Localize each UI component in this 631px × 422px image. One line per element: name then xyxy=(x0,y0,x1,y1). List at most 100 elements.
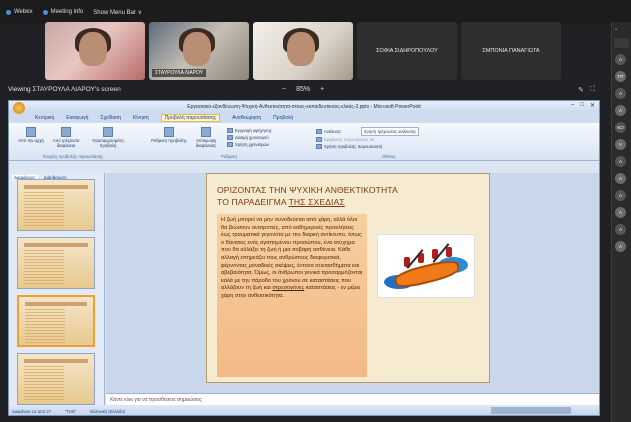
participant-avatar[interactable]: Α xyxy=(615,224,626,235)
participant-tile-4[interactable]: ΣΟΦΙΑ ΣΙΔΗΡΟΠΟΥΛΟΥ xyxy=(357,22,457,80)
participant-video-1[interactable] xyxy=(45,22,145,80)
annotate-icon[interactable]: ✎ xyxy=(578,86,584,94)
maximize-icon[interactable]: □ xyxy=(580,102,584,109)
checkbox-icon xyxy=(316,144,322,150)
group-start-slideshow: Από την αρχή Από τρέχουσα διαφάνεια Προσ… xyxy=(13,125,133,159)
participant-avatar[interactable]: Α xyxy=(615,207,626,218)
from-current-button[interactable]: Από τρέχουσα διαφάνεια xyxy=(49,127,83,148)
group-label: Οθόνες xyxy=(382,154,396,159)
participant-avatar[interactable]: V xyxy=(615,139,626,150)
monitor-options: Ανάλυση: Χρήση τρέχουσας ανάλυσης Εμφάνι… xyxy=(316,127,462,150)
thumb-text xyxy=(25,309,65,343)
from-beginning-button[interactable]: Από την αρχή xyxy=(17,127,45,143)
webex-menu[interactable]: Webex xyxy=(6,9,33,15)
slide-title-line1: ΟΡΙΖΟΝΤΑΣ ΤΗΝ ΨΥΧΙΚΗ ΑΝΘΕΚΤΙΚΟΤΗΤΑ xyxy=(217,185,398,195)
slideshow-icon xyxy=(26,127,36,137)
minimize-icon[interactable]: – xyxy=(571,102,574,109)
participant-avatar[interactable]: Α xyxy=(615,156,626,167)
presenter-label: Χρήση προβολής παρουσιαστή xyxy=(324,144,383,149)
tab-design[interactable]: Σχεδίαση xyxy=(100,115,121,121)
setup-slideshow-button[interactable]: Ρύθμιση προβολής xyxy=(151,127,187,143)
record-narration-button[interactable]: Εγγραφή αφήγησης xyxy=(227,127,309,134)
slide-thumbnail[interactable] xyxy=(17,179,95,231)
current-slide[interactable]: ΟΡΙΖΟΝΤΑΣ ΤΗΝ ΨΥΧΙΚΗ ΑΝΘΕΚΤΙΚΟΤΗΤΑ ΤΟ ΠΑ… xyxy=(206,173,490,383)
custom-show-button[interactable]: Προσαρμοσμένη προβολή xyxy=(87,127,129,148)
btn-label: Προσαρμοσμένη προβολή xyxy=(92,138,124,148)
info-icon xyxy=(42,9,48,15)
slide-counter: Διαφάνεια 14 από 27 xyxy=(12,408,52,414)
fullscreen-icon[interactable]: ⛶ xyxy=(590,86,595,94)
tab-slide-show[interactable]: Προβολή παρουσίασης xyxy=(160,114,221,122)
btn-label: Απόκρυψη διαφάνειας xyxy=(195,138,217,148)
participant-avatar[interactable]: ΚΟ xyxy=(615,122,626,133)
zoom-value: 85% xyxy=(296,86,311,93)
resolution-select[interactable]: Χρήση τρέχουσας ανάλυσης xyxy=(360,127,420,136)
slideshow-current-icon xyxy=(61,127,71,137)
status-bar: Διαφάνεια 14 από 27 "Trek" Ελληνικά (Ελλ… xyxy=(9,405,599,415)
participant-face xyxy=(183,32,211,66)
close-icon[interactable]: ✕ xyxy=(590,102,595,109)
screen-icon xyxy=(316,137,322,143)
chevron-down-icon[interactable]: ⌄ xyxy=(614,26,618,32)
participant-tile-5[interactable]: ΣΜΠΟΝΙΑ ΠΑΝΑΓΙΩΤΑ xyxy=(461,22,561,80)
participant-avatar[interactable]: Α xyxy=(615,54,626,65)
tab-insert[interactable]: Εισαγωγή xyxy=(66,115,88,121)
clock-icon xyxy=(227,135,233,141)
participant-search-input[interactable] xyxy=(614,38,629,48)
participant-video-2[interactable]: ΣΤΑΥΡΟΥΛΑ ΛΙΑΡΟΥ xyxy=(149,22,249,80)
meeting-info-label: Meeting info xyxy=(50,9,84,15)
tab-review[interactable]: Αναθεώρηση xyxy=(232,115,261,121)
participant-name: ΣΤΑΥΡΟΥΛΑ ΛΙΑΡΟΥ xyxy=(152,69,207,77)
participants-panel: ⌄ Α ΠΤ Α Α ΚΟ V Α Α Α Α Α Α xyxy=(611,22,631,422)
btn-label: Από τρέχουσα διαφάνεια xyxy=(52,138,80,148)
setup-options: Εγγραφή αφήγησης Δοκιμή χρονισμού Χρήση … xyxy=(227,127,309,148)
participant-avatar[interactable]: Α xyxy=(615,173,626,184)
meeting-info-button[interactable]: Meeting info xyxy=(42,9,84,15)
screen: Webex Meeting info Show Menu Bar ∨ ΣΤΑΥΡ… xyxy=(0,0,631,422)
group-label: Έναρξη προβολής παρουσίασης xyxy=(42,154,104,159)
language-status[interactable]: Ελληνικά (Ελλάδα) xyxy=(90,409,125,414)
zoom-in-button[interactable]: + xyxy=(320,86,324,93)
tab-animations[interactable]: Κίνηση xyxy=(133,115,149,121)
participant-strip: ΣΤΑΥΡΟΥΛΑ ΛΙΑΡΟΥ ΣΟΦΙΑ ΣΙΔΗΡΟΠΟΥΛΟΥ ΣΜΠΟ… xyxy=(45,22,561,80)
tab-home[interactable]: Κεντρική xyxy=(35,115,54,121)
thumb-title xyxy=(25,302,87,306)
slide-thumbnail[interactable] xyxy=(17,353,95,405)
btn-label: Ρύθμιση προβολής xyxy=(151,138,187,143)
participant-video-3[interactable] xyxy=(253,22,353,80)
presenter-view-checkbox[interactable]: Χρήση προβολής παρουσιαστή xyxy=(316,143,462,150)
tab-view[interactable]: Προβολή xyxy=(273,115,293,121)
body-text: Η ζωή μπορεί να μην συνοδεύεται από χάρη… xyxy=(221,217,363,292)
participant-avatar[interactable]: Α xyxy=(615,190,626,201)
setup-icon xyxy=(164,127,174,137)
hide-slide-button[interactable]: Απόκρυψη διαφάνειας xyxy=(189,127,223,148)
slide-thumbnail-selected[interactable] xyxy=(17,295,95,347)
slide-editing-area: ΟΡΙΖΟΝΤΑΣ ΤΗΝ ΨΥΧΙΚΗ ΑΝΘΕΚΤΙΚΟΤΗΤΑ ΤΟ ΠΑ… xyxy=(106,173,599,393)
participant-face xyxy=(287,32,315,66)
show-menu-bar-button[interactable]: Show Menu Bar ∨ xyxy=(93,9,142,16)
notes-pane[interactable]: Κάντε κλικ για να προσθέσετε σημειώσεις xyxy=(106,393,599,405)
thumb-text xyxy=(24,250,64,284)
participant-avatar[interactable]: Α xyxy=(615,88,626,99)
rehearse-timings-button[interactable]: Δοκιμή χρονισμού xyxy=(227,134,309,141)
slide-thumbnail[interactable] xyxy=(17,237,95,289)
slide-title[interactable]: ΟΡΙΖΟΝΤΑΣ ΤΗΝ ΨΥΧΙΚΗ ΑΝΘΕΚΤΙΚΟΤΗΤΑ ΤΟ ΠΑ… xyxy=(217,184,477,208)
office-button-icon[interactable] xyxy=(13,102,25,114)
zoom-slider[interactable] xyxy=(491,407,571,414)
opt-label: Δοκιμή χρονισμού xyxy=(235,135,269,140)
rafter-figure xyxy=(446,247,452,257)
thumb-title xyxy=(24,359,88,363)
show-on-row[interactable]: Εμφάνιση παρουσίασης σε: xyxy=(316,136,462,143)
opt-label: Χρήση χρονισμών xyxy=(235,142,269,147)
window-title-bar: Εργασιακό-εξανθένωση-Ψυχική-Ανθεκτικότητ… xyxy=(9,101,599,114)
hide-slide-icon xyxy=(201,127,211,137)
zoom-out-button[interactable]: − xyxy=(282,86,286,93)
participant-avatar[interactable]: Α xyxy=(615,241,626,252)
checkbox-icon xyxy=(227,142,233,148)
window-title: Εργασιακό-εξανθένωση-Ψυχική-Ανθεκτικότητ… xyxy=(187,104,421,110)
rafting-picture[interactable] xyxy=(377,234,475,298)
participant-avatar[interactable]: Α xyxy=(615,105,626,116)
use-timings-checkbox[interactable]: Χρήση χρονισμών xyxy=(227,141,309,148)
slide-body-text[interactable]: Η ζωή μπορεί να μην συνοδεύεται από χάρη… xyxy=(217,214,367,377)
participant-avatar[interactable]: ΠΤ xyxy=(615,71,626,82)
